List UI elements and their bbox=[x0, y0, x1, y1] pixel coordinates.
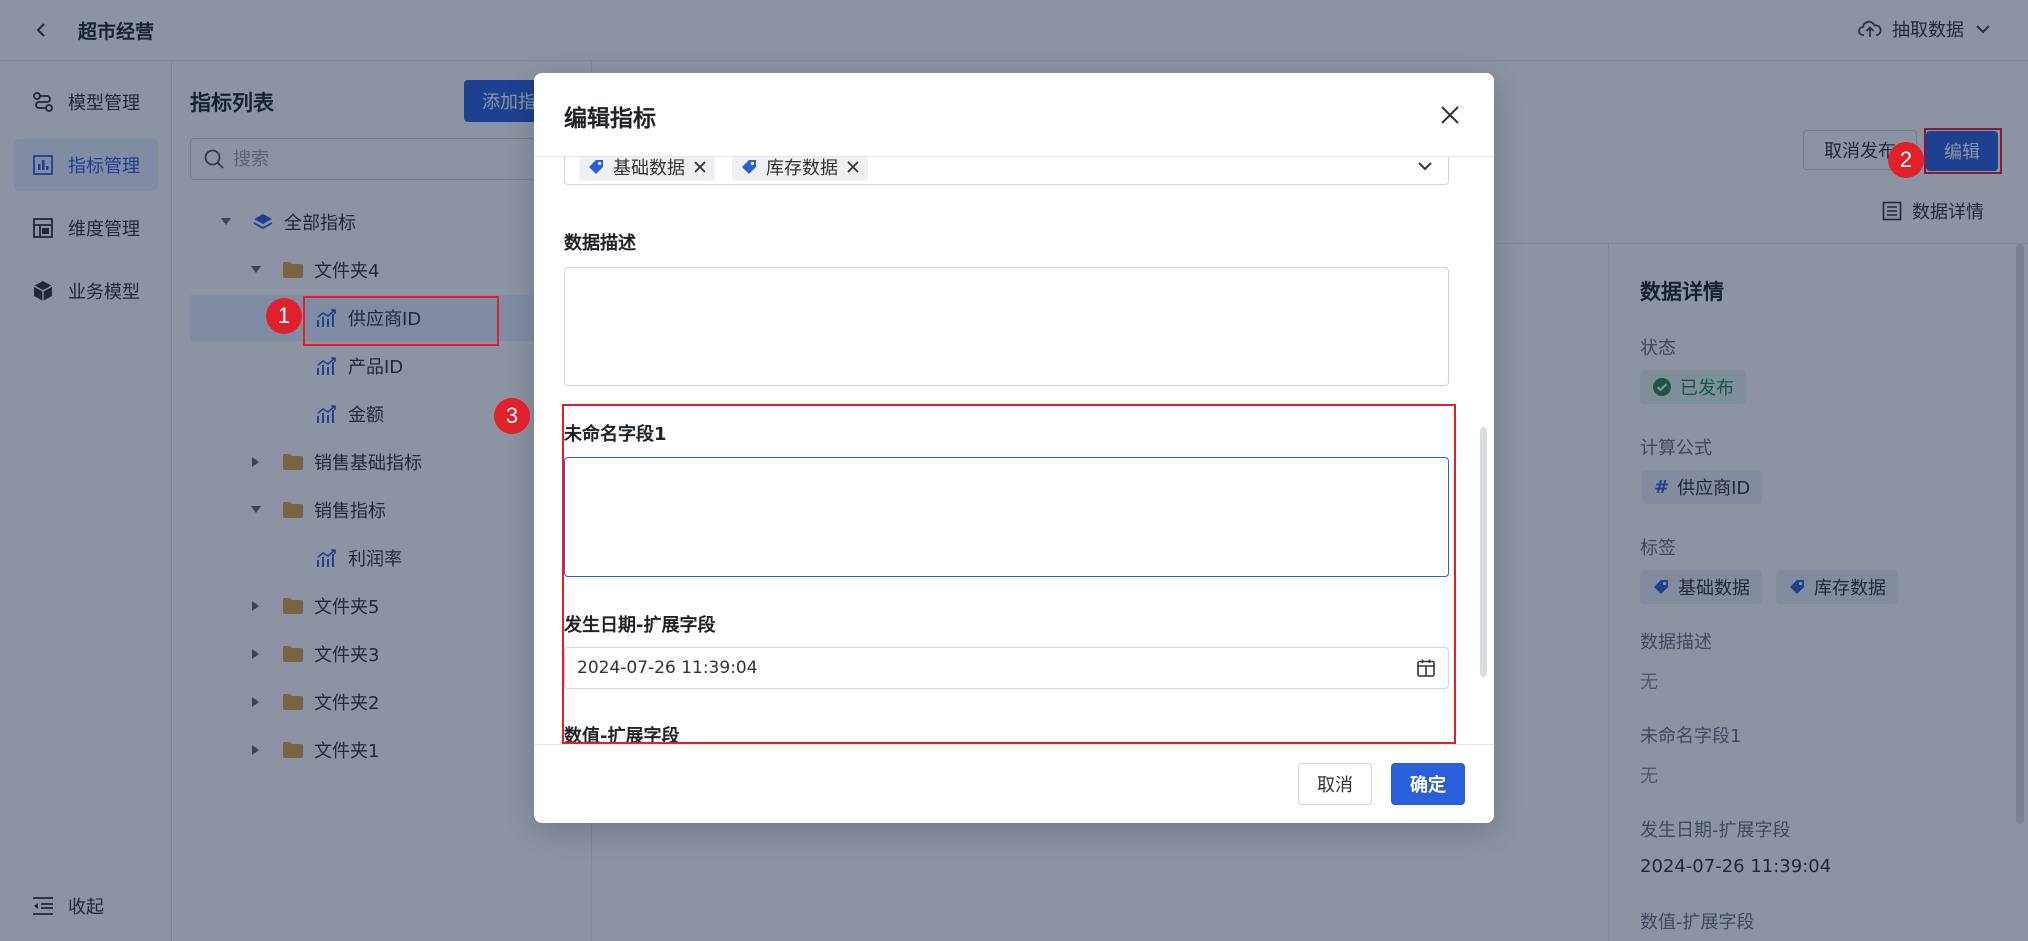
annotation-badge: 1 bbox=[266, 298, 302, 334]
desc-textarea[interactable] bbox=[564, 267, 1449, 386]
tag-label: 基础数据 bbox=[613, 158, 685, 179]
tag-remove-icon[interactable] bbox=[693, 160, 707, 174]
tag-icon bbox=[589, 160, 603, 174]
tag-chip: 基础数据 bbox=[579, 157, 715, 181]
tag-icon bbox=[742, 160, 756, 174]
annotation-badge: 3 bbox=[494, 398, 530, 434]
close-button[interactable] bbox=[1432, 97, 1468, 133]
chevron-down-icon[interactable] bbox=[1415, 157, 1435, 181]
dialog-footer: 取消 确定 bbox=[534, 744, 1494, 823]
close-icon bbox=[1441, 106, 1459, 124]
tag-label: 库存数据 bbox=[766, 158, 838, 179]
dialog-scrollbar[interactable] bbox=[1480, 427, 1487, 677]
annotation-box bbox=[303, 296, 499, 346]
cancel-button[interactable]: 取消 bbox=[1298, 763, 1372, 805]
tag-chip: 库存数据 bbox=[732, 157, 868, 181]
annotation-box bbox=[562, 404, 1456, 744]
app: 超市经营 抽取数据 模型管理 指标管理 维度管理 业务模型 收起 指标列表 添加… bbox=[0, 0, 2028, 941]
tags-select[interactable]: 基础数据 库存数据 bbox=[564, 157, 1449, 185]
tag-remove-icon[interactable] bbox=[846, 160, 860, 174]
desc-field-label: 数据描述 bbox=[564, 233, 636, 254]
annotation-badge: 2 bbox=[1888, 142, 1924, 178]
dialog-header: 编辑指标 bbox=[534, 73, 1494, 157]
confirm-button[interactable]: 确定 bbox=[1391, 763, 1465, 805]
dialog-title: 编辑指标 bbox=[564, 106, 656, 132]
